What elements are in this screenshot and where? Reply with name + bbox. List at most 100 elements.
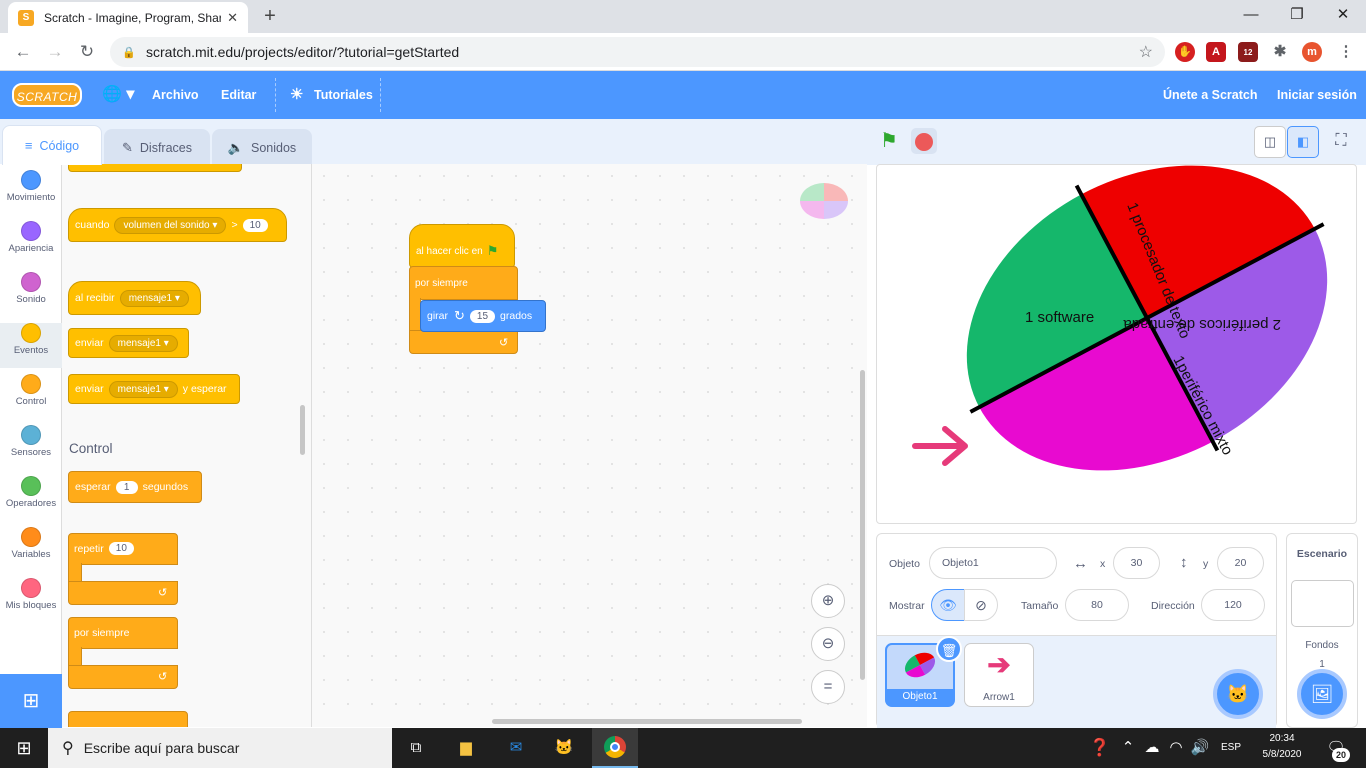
browser-menu-icon[interactable]: ⋮ [1336, 42, 1356, 62]
block-when-loudness[interactable]: cuando volumen del sonido ▾ > 10 [68, 208, 287, 242]
category-apariencia[interactable]: Apariencia [0, 221, 62, 266]
network-error-icon[interactable]: ☁ [1140, 736, 1164, 760]
wait-seconds-input[interactable]: 1 [115, 480, 138, 494]
scratch-logo[interactable]: SCRATCH [12, 83, 82, 107]
loudness-value-input[interactable]: 10 [242, 218, 268, 232]
maximize-icon[interactable]: ❐ [1274, 0, 1320, 30]
sprite-tile-arrow1[interactable]: ➔ Arrow1 [964, 643, 1034, 707]
language-indicator[interactable]: ESP [1221, 728, 1241, 768]
category-operadores[interactable]: Operadores [0, 476, 62, 521]
taskbar-clock[interactable]: 20:34 5/8/2020 [1254, 731, 1310, 763]
normal-stage-button[interactable]: ◧ [1287, 126, 1319, 158]
extension-badge-icon[interactable]: 12 [1238, 42, 1258, 62]
loudness-dropdown[interactable]: volumen del sonido ▾ [114, 216, 227, 234]
fullscreen-button[interactable]: ⛶ [1325, 126, 1357, 158]
workspace-vscrollbar[interactable] [860, 370, 865, 680]
join-scratch-link[interactable]: Únete a Scratch [1163, 71, 1257, 119]
workspace-hscrollbar[interactable] [492, 719, 802, 724]
y-position-input[interactable]: 20 [1217, 547, 1264, 579]
category-mis-bloques[interactable]: Mis bloques [0, 578, 62, 623]
browser-tab[interactable]: S Scratch - Imagine, Program, Shar ✕ [8, 2, 248, 33]
script-hat-green-flag[interactable]: al hacer clic en ⚑ [409, 224, 515, 268]
message-dropdown[interactable]: mensaje1 ▾ [119, 289, 189, 307]
hide-sprite-button[interactable]: ⊘ [964, 589, 998, 621]
script-turn-block[interactable]: girar ↻ 15 grados [420, 300, 546, 332]
menu-archivo[interactable]: Archivo [152, 71, 199, 119]
tab-sounds[interactable]: 🔈 Sonidos [212, 129, 312, 165]
partial-block[interactable] [68, 711, 188, 727]
dropdown-value: mensaje1 [117, 383, 161, 395]
forward-icon[interactable]: → [40, 37, 70, 67]
repeat-count-input[interactable]: 10 [108, 542, 134, 555]
category-movimiento[interactable]: Movimiento [0, 170, 62, 215]
category-variables[interactable]: Variables [0, 527, 62, 572]
volume-icon[interactable]: 🔊 [1188, 736, 1212, 760]
size-input[interactable]: 80 [1065, 589, 1129, 621]
block-broadcast[interactable]: enviar mensaje1 ▾ [68, 328, 189, 358]
new-tab-icon[interactable]: + [258, 4, 282, 28]
add-extension-button[interactable]: ⊞ [0, 674, 62, 728]
palette-scrollbar[interactable] [300, 405, 305, 455]
direction-input[interactable]: 120 [1201, 589, 1265, 621]
message-dropdown[interactable]: mensaje1 ▾ [108, 334, 178, 352]
language-globe-icon[interactable]: 🌐 ▾ [102, 71, 134, 119]
close-window-icon[interactable]: ✕ [1320, 0, 1366, 30]
chrome-taskbar-button[interactable] [592, 728, 638, 768]
choose-sprite-button[interactable]: 🐱 [1213, 669, 1263, 719]
zoom-reset-button[interactable]: = [811, 670, 845, 704]
category-dot [21, 476, 41, 496]
back-icon[interactable]: ← [8, 37, 38, 67]
reload-icon[interactable]: ↻ [72, 37, 102, 67]
taskbar-search-box[interactable]: ⚲ Escribe aquí para buscar [48, 728, 392, 768]
scratch-app-icon[interactable]: 🐱 [552, 736, 576, 760]
minimize-icon[interactable]: — [1228, 0, 1274, 30]
scratch-favicon-icon: S [18, 9, 34, 26]
x-position-input[interactable]: 30 [1113, 547, 1160, 579]
block-broadcast-wait[interactable]: enviar mensaje1 ▾ y esperar [68, 374, 240, 404]
block-wait[interactable]: esperar 1 segundos [68, 471, 202, 503]
tab-code[interactable]: ≡ Código [2, 125, 102, 165]
delete-sprite-button[interactable]: 🗑 [936, 636, 962, 662]
close-tab-icon[interactable]: ✕ [227, 10, 238, 26]
sign-in-link[interactable]: Iniciar sesión [1277, 71, 1357, 119]
wifi-icon[interactable]: ◠ [1164, 736, 1188, 760]
windows-start-icon[interactable]: ⊞ [12, 736, 36, 760]
category-control[interactable]: Control [0, 374, 62, 419]
category-sensores[interactable]: Sensores [0, 425, 62, 470]
show-sprite-button[interactable]: 👁 [931, 589, 965, 621]
sprite-name-input[interactable]: Objeto1 [929, 547, 1057, 579]
block-when-receive[interactable]: al recibir mensaje1 ▾ [68, 281, 201, 315]
backdrop-thumbnail[interactable] [1291, 580, 1354, 627]
category-eventos[interactable]: Eventos [0, 323, 62, 368]
mail-icon[interactable]: ✉ [504, 736, 528, 760]
file-explorer-icon[interactable]: ▆ [454, 736, 478, 760]
help-icon[interactable]: ❓ [1088, 736, 1112, 760]
profile-avatar[interactable]: m [1302, 42, 1322, 62]
task-view-icon[interactable]: ⧉ [404, 736, 428, 760]
choose-backdrop-button[interactable]: 🖼 [1297, 669, 1347, 719]
small-stage-button[interactable]: ◫ [1254, 126, 1286, 158]
zoom-out-button[interactable]: ⊖ [811, 627, 845, 661]
pdf-extension-icon[interactable]: A [1206, 42, 1226, 62]
zoom-out-icon: ⊖ [821, 635, 835, 652]
cat-icon: 🐱 [1226, 684, 1250, 704]
tray-chevron-icon[interactable]: ⌃ [1116, 736, 1140, 760]
code-workspace[interactable] [312, 164, 867, 727]
sector-magenta-label: 1 software [1025, 309, 1094, 326]
zoom-in-button[interactable]: ⊕ [811, 584, 845, 618]
message-dropdown[interactable]: mensaje1 ▾ [108, 380, 178, 398]
stage-canvas[interactable]: 1 procesador de texto 2 periféricos de e… [876, 164, 1357, 524]
menu-editar[interactable]: Editar [221, 71, 256, 119]
address-bar[interactable]: 🔒 scratch.mit.edu/projects/editor/?tutor… [110, 37, 1165, 67]
menu-tutoriales[interactable]: Tutoriales [314, 71, 373, 119]
tab-costumes[interactable]: ✎ Disfraces [104, 129, 210, 165]
turn-degrees-input[interactable]: 15 [469, 309, 496, 323]
adblock-icon[interactable]: ✋ [1175, 42, 1195, 62]
green-flag-button[interactable]: ⚑ [880, 128, 898, 153]
partial-block[interactable] [68, 164, 242, 172]
category-dot [21, 578, 41, 598]
category-sonido[interactable]: Sonido [0, 272, 62, 317]
extensions-puzzle-icon[interactable]: ✱ [1270, 42, 1290, 62]
bookmark-star-icon[interactable]: ☆ [1139, 42, 1153, 62]
stop-button[interactable] [911, 128, 937, 154]
